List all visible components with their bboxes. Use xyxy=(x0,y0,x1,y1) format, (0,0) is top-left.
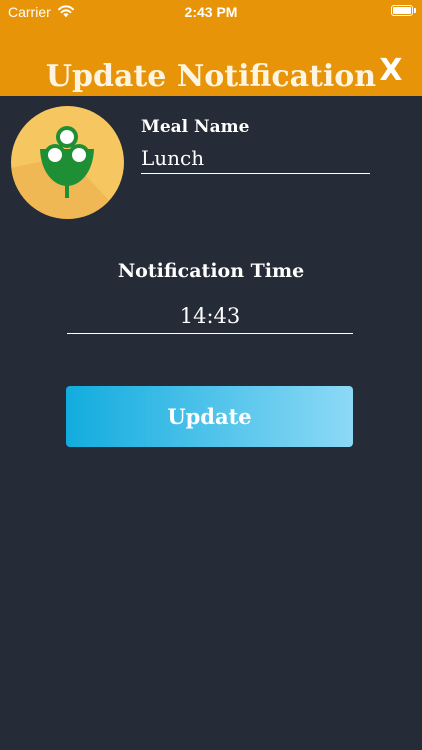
meal-avatar xyxy=(11,106,124,219)
status-time: 2:43 PM xyxy=(184,4,238,20)
notification-time-input[interactable] xyxy=(67,298,353,334)
battery-icon xyxy=(391,5,413,16)
close-button[interactable]: X xyxy=(376,52,406,90)
battery-cap xyxy=(414,8,416,13)
meal-name-label: Meal Name xyxy=(141,117,250,137)
notification-time-label: Notification Time xyxy=(117,260,305,282)
status-bar: Carrier 2:43 PM xyxy=(0,0,422,24)
update-button[interactable]: Update xyxy=(66,386,353,447)
meal-name-input[interactable] xyxy=(141,142,370,174)
meal-logo-icon xyxy=(11,126,124,219)
page-title: Update Notification xyxy=(45,59,377,94)
header-bar: Carrier 2:43 PM Update Notification X xyxy=(0,0,422,96)
